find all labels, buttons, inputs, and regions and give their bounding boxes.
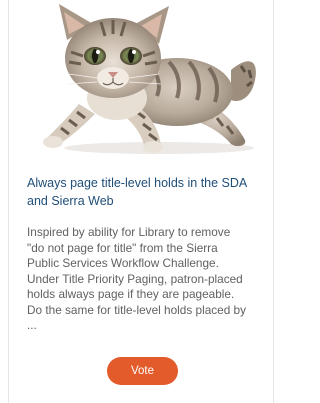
kitten-photo (43, 4, 256, 154)
kitten-image (9, 0, 273, 158)
idea-description: Inspired by ability for Library to remov… (27, 225, 247, 332)
idea-title[interactable]: Always page title-level holds in the SDA… (27, 174, 265, 210)
vote-button[interactable]: Vote (107, 357, 178, 385)
idea-card: Always page title-level holds in the SDA… (8, 0, 274, 403)
